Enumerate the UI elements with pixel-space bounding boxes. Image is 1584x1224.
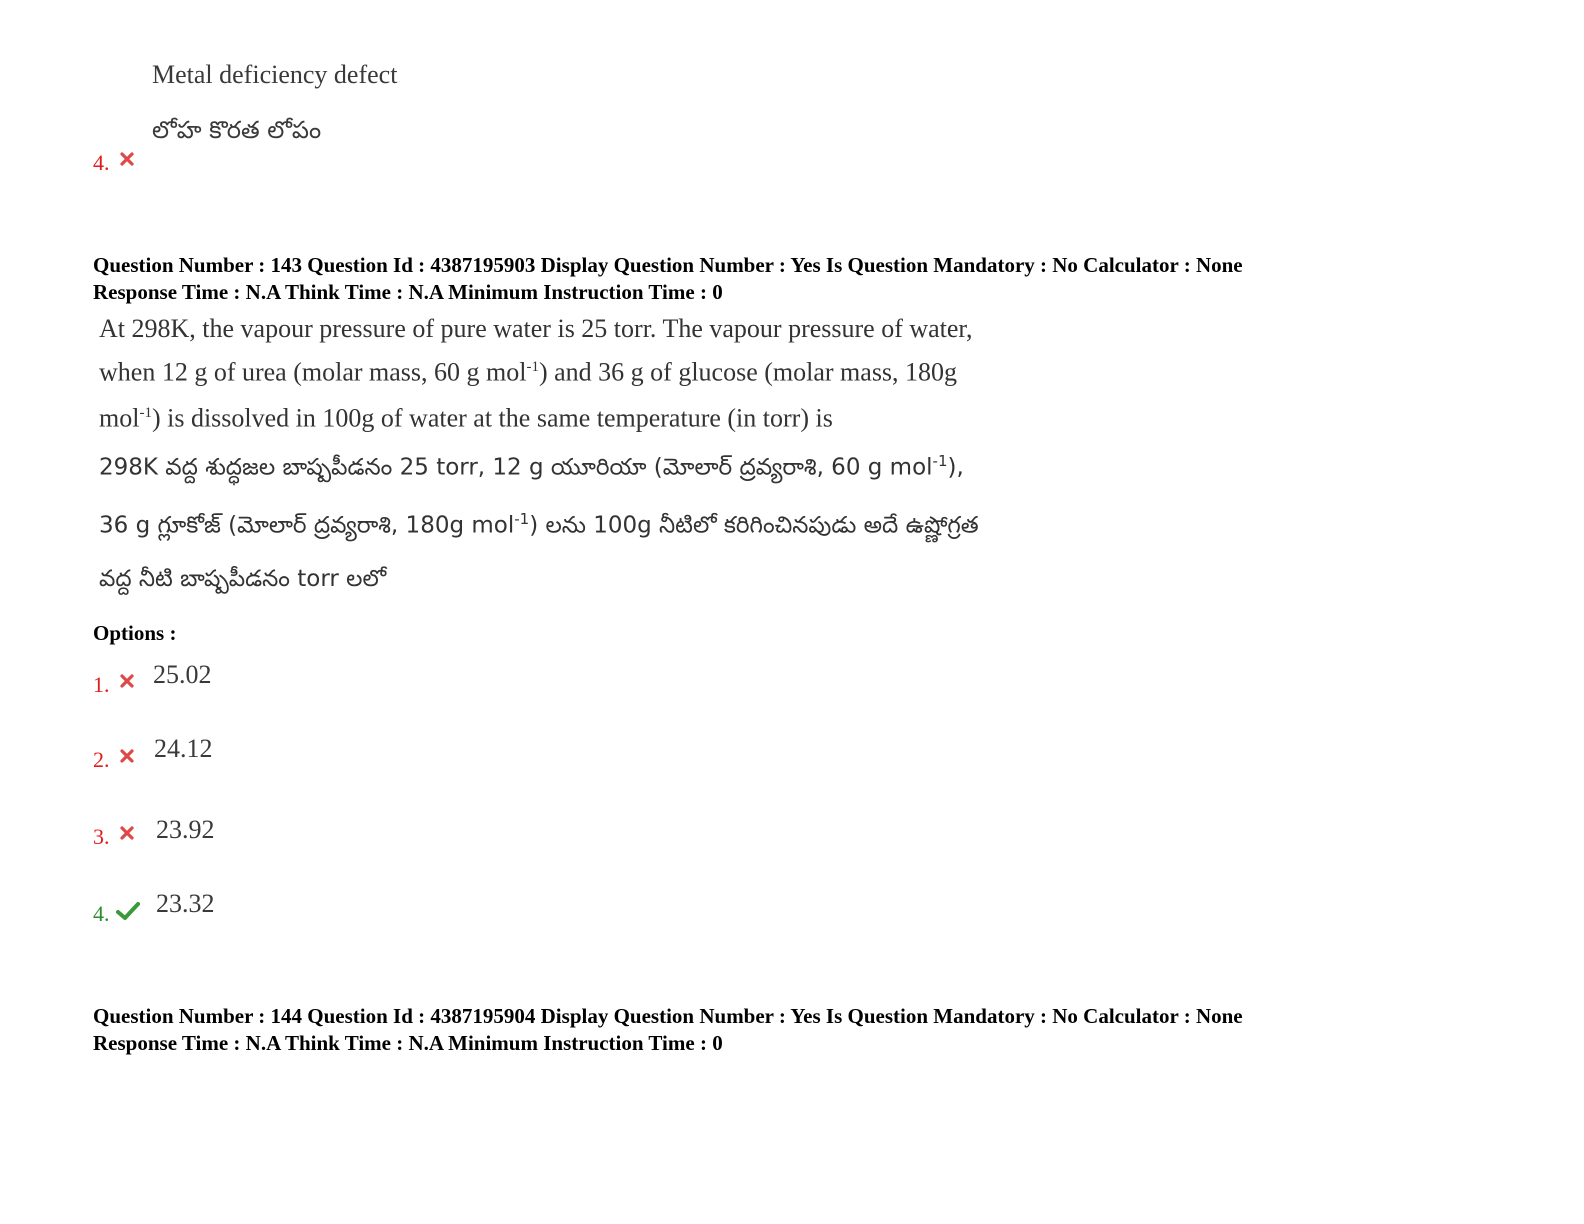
option-value: 24.12 [154, 734, 213, 763]
option-value: 23.32 [156, 889, 215, 918]
question-meta: Question Number : 143 Question Id : 4387… [93, 252, 1243, 306]
cross-icon [119, 748, 135, 764]
option-number: 2. [93, 747, 110, 772]
prev-option4-text-en: Metal deficiency defect [152, 60, 398, 89]
prev-option4-text-te: లోహ కొరత లోపం [152, 116, 322, 144]
question-meta-line1: Question Number : 143 Question Id : 4387… [93, 253, 1243, 277]
cross-icon [119, 825, 135, 841]
question-meta: Question Number : 144 Question Id : 4387… [93, 1003, 1243, 1057]
question-line: mol-1) is dissolved in 100g of water at … [99, 403, 833, 433]
option-value: 25.02 [153, 660, 212, 689]
check-icon [116, 901, 140, 921]
question-meta-line1: Question Number : 144 Question Id : 4387… [93, 1004, 1243, 1028]
option-value: 23.92 [156, 815, 215, 844]
question-meta-line2: Response Time : N.A Think Time : N.A Min… [93, 280, 723, 304]
options-label: Options : [93, 621, 177, 645]
cross-icon [119, 673, 135, 689]
option-number: 4. [93, 901, 110, 926]
question-text-te-line2: 36 g గ్లూకోజ్ (మోలార్ ద్రవ్యరాశి, 180g m… [99, 510, 979, 539]
prev-option4-number: 4. [93, 150, 110, 175]
question-line: At 298K, the vapour pressure of pure wat… [99, 314, 973, 343]
option-number: 3. [93, 824, 110, 849]
cross-icon [119, 151, 135, 167]
question-line: when 12 g of urea (molar mass, 60 g mol-… [99, 357, 958, 387]
option-number: 1. [93, 672, 110, 697]
question-meta-line2: Response Time : N.A Think Time : N.A Min… [93, 1031, 723, 1055]
question-text-te-line1: 298K వద్ద శుద్ధజల బాష్పపీడనం 25 torr, 12… [99, 452, 964, 481]
question-text-te-line3: వద్ద నీటి బాష్పపీడనం torr లలో [99, 566, 387, 592]
question-text-en: At 298K, the vapour pressure of pure wat… [99, 310, 973, 437]
